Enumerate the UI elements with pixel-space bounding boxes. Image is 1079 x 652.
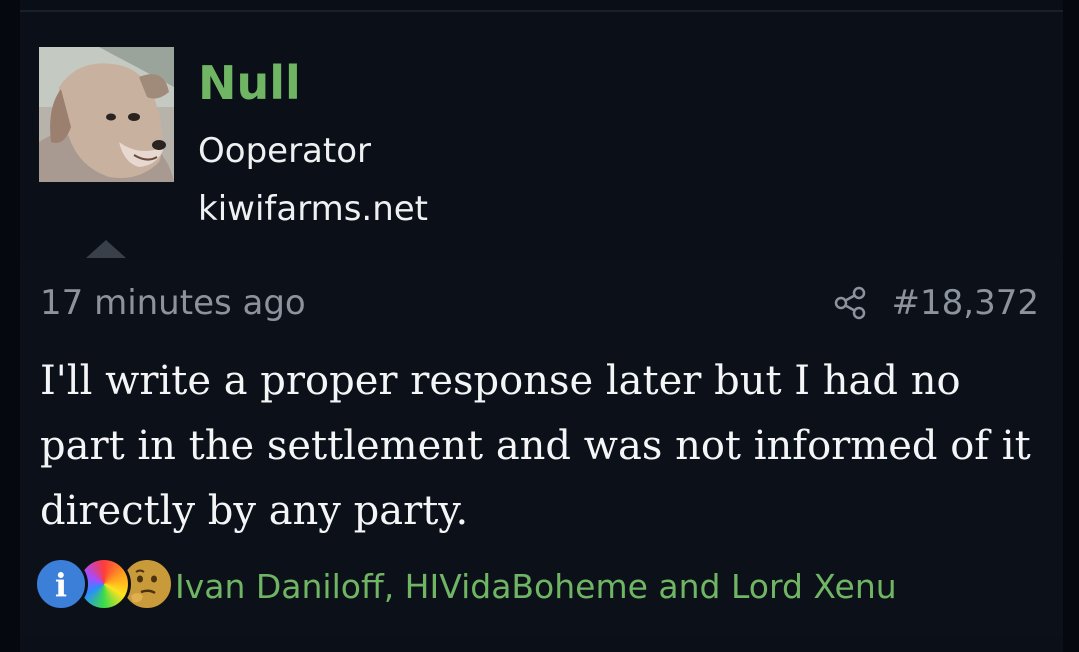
top-bar [20,0,1063,10]
reaction-icons[interactable]: i [34,557,174,615]
post-timestamp[interactable]: 17 minutes ago [40,282,306,324]
info-icon[interactable]: i [34,557,88,611]
post-number[interactable]: #18,372 [892,282,1039,324]
post-message: I'll write a proper response later but I… [40,358,1031,534]
message-pointer [86,240,126,258]
user-avatar[interactable] [39,47,174,182]
dog-avatar-icon [39,47,174,182]
share-icon[interactable] [832,285,868,321]
user-title: Ooperator [198,131,371,171]
user-extra: kiwifarms.net [198,189,429,229]
reaction-users[interactable]: Ivan Daniloff, HIVidaBoheme and Lord Xen… [175,566,897,608]
username[interactable]: Null [198,53,301,113]
